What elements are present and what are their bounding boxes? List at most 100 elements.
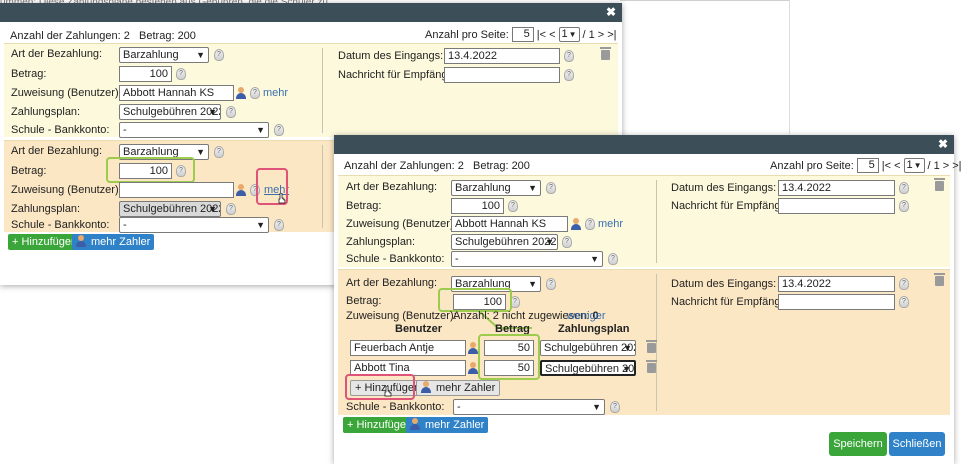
column-divider: [656, 274, 657, 411]
more-payers-label: mehr Zahler: [425, 419, 485, 431]
per-page-label: Anzahl pro Seite:: [425, 28, 509, 41]
user-icon[interactable]: [468, 362, 478, 374]
more-payers-button[interactable]: mehr Zahler: [72, 234, 155, 250]
trash-icon[interactable]: [646, 360, 657, 373]
first-page-button[interactable]: |<: [882, 160, 891, 172]
date-received-input[interactable]: 13.4.2022: [778, 276, 895, 292]
amount-input[interactable]: 100: [451, 198, 504, 214]
next-page-button[interactable]: >: [598, 29, 604, 41]
bank-account-select[interactable]: - ▼: [451, 251, 603, 267]
chevron-down-icon: ▼: [623, 343, 632, 353]
payment-type-select[interactable]: Barzahlung ▼: [451, 180, 541, 196]
first-page-button[interactable]: |<: [537, 29, 546, 41]
bank-account-select[interactable]: - ▼: [119, 217, 269, 233]
payment-plan-select[interactable]: Schulgebühren 2022 ▼: [119, 104, 221, 120]
payer-user-input[interactable]: Feuerbach Antje: [350, 340, 466, 356]
more-link[interactable]: mehr: [598, 218, 623, 230]
more-payers-button[interactable]: mehr Zahler: [406, 417, 489, 433]
recipient-message-input[interactable]: [778, 294, 895, 310]
trash-icon[interactable]: [646, 340, 657, 353]
date-received-label: Datum des Eingangs:: [671, 278, 777, 290]
trash-icon[interactable]: [600, 47, 611, 60]
help-icon[interactable]: ?: [608, 253, 618, 265]
hand-cursor-icon: [278, 193, 286, 204]
assign-user-input[interactable]: Abbott Hannah KS: [451, 216, 568, 232]
save-button[interactable]: Speichern: [829, 432, 887, 456]
chevron-down-icon: ▼: [256, 220, 265, 230]
user-icon[interactable]: [468, 342, 478, 354]
chevron-down-icon: ▼: [208, 107, 217, 117]
help-icon[interactable]: ?: [508, 200, 518, 212]
help-icon[interactable]: ?: [176, 68, 186, 80]
bank-account-value: -: [455, 253, 459, 265]
user-icon[interactable]: [236, 87, 246, 99]
dialog-titlebar: ✖: [334, 135, 954, 154]
help-icon[interactable]: ?: [585, 218, 595, 230]
more-link[interactable]: mehr: [263, 87, 288, 99]
help-icon[interactable]: ?: [214, 49, 224, 61]
amount-input[interactable]: 100: [119, 66, 172, 82]
per-page-input[interactable]: 5: [511, 27, 534, 42]
help-icon[interactable]: ?: [546, 278, 556, 290]
hand-cursor-icon: [384, 386, 392, 397]
bank-account-value: -: [123, 219, 127, 231]
close-icon[interactable]: ✖: [938, 138, 948, 150]
date-received-input[interactable]: 13.4.2022: [778, 180, 895, 196]
date-received-input[interactable]: 13.4.2022: [444, 48, 560, 64]
bank-account-select[interactable]: - ▼: [453, 399, 605, 415]
close-icon[interactable]: ✖: [606, 6, 616, 18]
help-icon[interactable]: ?: [274, 219, 284, 231]
help-icon[interactable]: ?: [899, 278, 909, 290]
payment-plan-select[interactable]: Schulgebühren 2022 ▼: [119, 201, 221, 217]
add-payment-button[interactable]: + Hinzufügen: [8, 234, 82, 250]
bank-account-value: -: [457, 401, 461, 413]
page-count: / 1: [927, 159, 940, 172]
payer-plan-select[interactable]: Schulgebühren 2022▼: [540, 360, 636, 376]
per-page-input[interactable]: 5: [856, 158, 879, 173]
help-icon[interactable]: ?: [250, 87, 260, 99]
recipient-message-input[interactable]: [444, 67, 560, 83]
help-icon[interactable]: ?: [546, 182, 556, 194]
help-icon[interactable]: ?: [274, 124, 284, 136]
user-icon: [76, 235, 87, 247]
payment-summary: Anzahl der Zahlungen: 2 Betrag: 200: [344, 160, 530, 172]
help-icon[interactable]: ?: [610, 401, 620, 413]
help-icon[interactable]: ?: [226, 106, 236, 118]
user-icon[interactable]: [571, 218, 581, 230]
trash-icon[interactable]: [934, 178, 945, 191]
help-icon[interactable]: ?: [564, 69, 574, 81]
help-icon[interactable]: ?: [562, 236, 572, 248]
user-icon[interactable]: [236, 184, 246, 196]
page-select[interactable]: 1 ▼: [558, 27, 580, 42]
prev-page-button[interactable]: <: [894, 160, 900, 172]
help-icon[interactable]: ?: [226, 203, 236, 215]
trash-icon[interactable]: [934, 273, 945, 286]
more-payers-inner-button[interactable]: mehr Zahler: [416, 380, 501, 396]
payment-block-1: Art der Bezahlung: Barzahlung ▼ ? Betrag:…: [4, 43, 618, 138]
payment-type-label: Art der Bezahlung:: [346, 181, 438, 193]
help-icon[interactable]: ?: [899, 182, 909, 194]
next-page-button[interactable]: >: [943, 160, 949, 172]
column-header-user: Benutzer: [395, 323, 443, 335]
help-icon[interactable]: ?: [899, 296, 909, 308]
assign-user-input[interactable]: Abbott Hannah KS: [119, 85, 234, 101]
less-link[interactable]: weniger: [567, 310, 606, 322]
help-icon[interactable]: ?: [564, 50, 574, 62]
bank-account-label: Schule - Bankkonto:: [346, 253, 445, 265]
page-select[interactable]: 1 ▼: [903, 158, 925, 173]
last-page-button[interactable]: >|: [952, 160, 961, 172]
recipient-message-input[interactable]: [778, 198, 895, 214]
user-icon: [410, 418, 421, 430]
payer-plan-select[interactable]: Schulgebühren 2022▼: [540, 340, 636, 356]
bank-account-select[interactable]: - ▼: [119, 122, 269, 138]
background-divider: [620, 0, 790, 1]
assign-user-input[interactable]: [119, 182, 234, 198]
last-page-button[interactable]: >|: [607, 29, 616, 41]
help-icon[interactable]: ?: [899, 200, 909, 212]
close-button[interactable]: Schließen: [889, 432, 945, 456]
payment-plan-select[interactable]: Schulgebühren 2022 ▼: [451, 234, 558, 250]
prev-page-button[interactable]: <: [549, 29, 555, 41]
help-icon[interactable]: ?: [214, 146, 224, 158]
payment-type-select[interactable]: Barzahlung ▼: [119, 47, 209, 63]
highlight-row-amounts: [478, 334, 540, 380]
